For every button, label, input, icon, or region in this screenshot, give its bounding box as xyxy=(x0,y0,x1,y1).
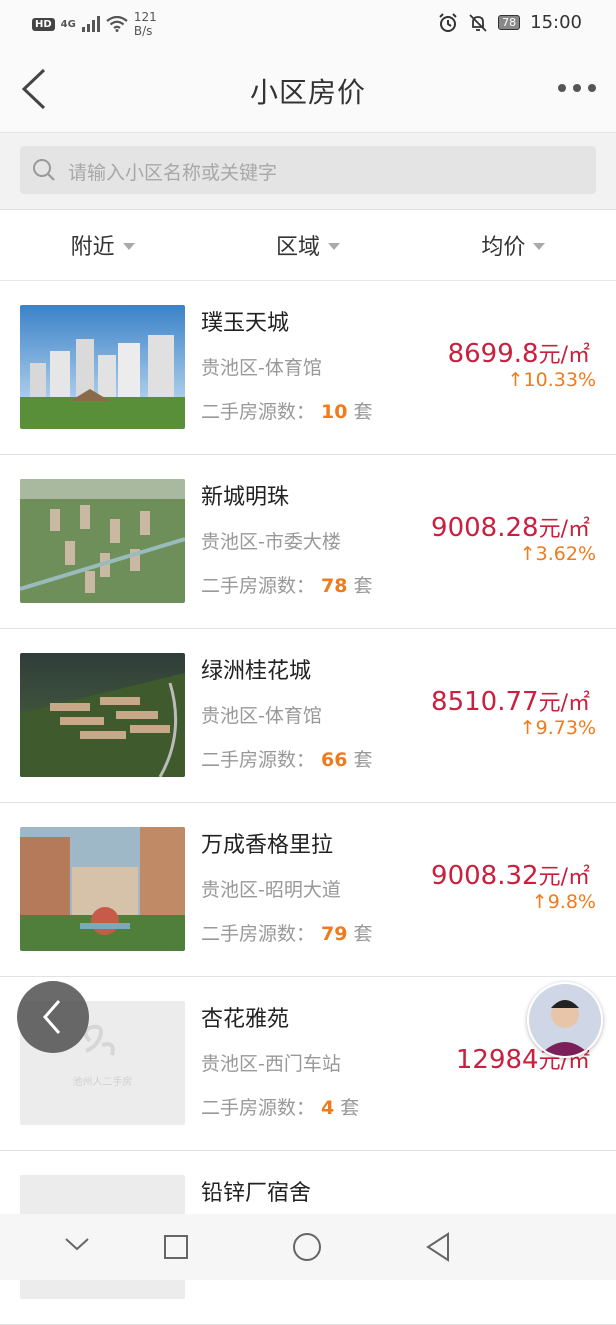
community-photo xyxy=(20,827,185,951)
community-name: 万成香格里拉 xyxy=(201,833,334,858)
avg-price: 8510.77元/㎡ xyxy=(431,687,590,717)
listing-count: 二手房源数： 4 套 xyxy=(201,1097,360,1119)
filter-bar: 附近 区域 均价 xyxy=(0,210,616,281)
community-photo xyxy=(20,479,185,603)
home-icon[interactable] xyxy=(292,1232,322,1262)
filter-nearby[interactable]: 附近 xyxy=(0,210,205,280)
chevron-left-icon xyxy=(43,1000,61,1034)
community-name: 绿洲桂花城 xyxy=(201,659,312,684)
top-nav-bar: 小区房价 xyxy=(0,48,616,133)
floating-back-button[interactable] xyxy=(17,981,89,1053)
community-location: 贵池区-西门车站 xyxy=(201,1053,341,1075)
listing-count: 二手房源数： 79 套 xyxy=(201,923,373,945)
community-list: 璞玉天城 贵池区-体育馆 二手房源数： 10 套 8699.8元/㎡ ↑10.33%… xyxy=(0,281,616,1325)
more-dots-icon xyxy=(558,84,566,92)
placeholder-caption: 池州人二手房 xyxy=(72,1077,133,1088)
list-item[interactable]: 璞玉天城 贵池区-体育馆 二手房源数： 10 套 8699.8元/㎡ ↑10.33% xyxy=(0,281,616,455)
search-icon xyxy=(33,159,55,181)
community-photo xyxy=(20,653,185,777)
alarm-icon xyxy=(439,12,457,32)
arrow-up-icon: ↑ xyxy=(519,717,536,739)
search-section: 请输入小区名称或关键字 xyxy=(0,133,616,210)
wifi-icon xyxy=(106,16,128,32)
community-name: 璞玉天城 xyxy=(201,311,290,336)
caret-down-icon xyxy=(122,242,135,250)
search-placeholder: 请输入小区名称或关键字 xyxy=(68,162,278,184)
system-nav-bar xyxy=(0,1214,616,1280)
clock: 15:00 xyxy=(530,12,582,33)
hd-badge: HD xyxy=(32,17,55,31)
community-name: 新城明珠 xyxy=(201,485,290,510)
community-name: 杏花雅苑 xyxy=(201,1007,290,1032)
arrow-up-icon: ↑ xyxy=(519,543,536,565)
price-change: ↑9.8% xyxy=(531,891,596,913)
community-location: 贵池区-市委大楼 xyxy=(201,531,341,553)
recent-apps-icon[interactable] xyxy=(163,1234,189,1260)
community-location: 贵池区-体育馆 xyxy=(201,705,322,727)
search-input[interactable]: 请输入小区名称或关键字 xyxy=(20,146,596,194)
more-options-button[interactable] xyxy=(558,84,596,92)
network-speed: 121 B/s xyxy=(133,10,157,38)
avg-price: 9008.28元/㎡ xyxy=(431,513,590,543)
arrow-up-icon: ↑ xyxy=(507,369,524,391)
list-item[interactable]: 万成香格里拉 贵池区-昭明大道 二手房源数： 79 套 9008.32元/㎡ ↑9.… xyxy=(0,803,616,977)
price-change: ↑3.62% xyxy=(519,543,596,565)
status-bar: HD 4G 121 B/s 78 15:00 xyxy=(0,0,616,48)
network-label: 4G xyxy=(60,18,76,30)
community-location: 贵池区-昭明大道 xyxy=(201,879,341,901)
community-name: 铅锌厂宿舍 xyxy=(201,1181,312,1206)
community-location: 贵池区-体育馆 xyxy=(201,357,322,379)
filter-avg-price[interactable]: 均价 xyxy=(411,210,616,280)
price-change: ↑10.33% xyxy=(507,369,596,391)
page-title: 小区房价 xyxy=(249,76,366,109)
listing-count: 二手房源数： 66 套 xyxy=(201,749,373,771)
avg-price: 9008.32元/㎡ xyxy=(431,861,590,891)
back-triangle-icon[interactable] xyxy=(425,1232,451,1262)
battery-indicator: 78 xyxy=(498,15,521,30)
list-item[interactable]: 新城明珠 贵池区-市委大楼 二手房源数： 78 套 9008.28元/㎡ ↑3.62… xyxy=(0,455,616,629)
price-change: ↑9.73% xyxy=(519,717,596,739)
listing-count: 二手房源数： 78 套 xyxy=(201,575,373,597)
list-item[interactable]: 池州人二手房 杏花雅苑 贵池区-西门车站 二手房源数： 4 套 12984元/㎡ xyxy=(0,977,616,1151)
avg-price: 8699.8元/㎡ xyxy=(447,339,590,369)
signal-icon xyxy=(81,16,100,32)
filter-district[interactable]: 区域 xyxy=(205,210,410,280)
caret-down-icon xyxy=(328,242,340,250)
list-item[interactable]: 绿洲桂花城 贵池区-体育馆 二手房源数： 66 套 8510.77元/㎡ ↑9.73… xyxy=(0,629,616,803)
community-photo xyxy=(20,305,185,429)
arrow-up-icon: ↑ xyxy=(531,891,548,913)
floating-avatar[interactable] xyxy=(527,982,603,1058)
chevron-down-icon[interactable] xyxy=(64,1236,90,1252)
mute-bell-icon xyxy=(469,13,487,32)
listing-count: 二手房源数： 10 套 xyxy=(201,401,373,423)
caret-down-icon xyxy=(533,242,546,250)
